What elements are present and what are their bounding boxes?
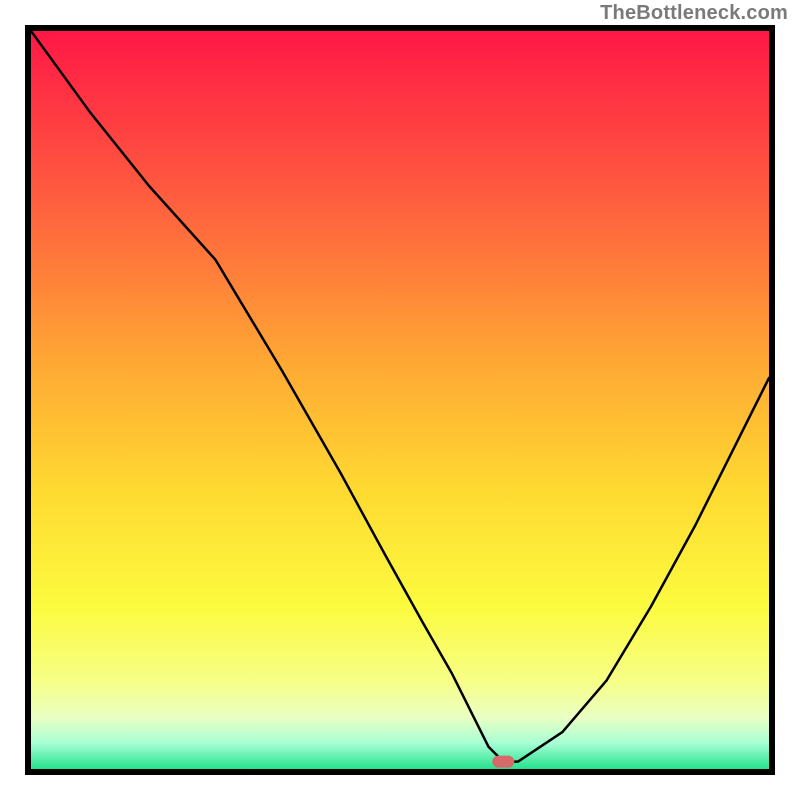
plot-background [31, 31, 769, 769]
plot-frame [25, 25, 775, 775]
plot-svg [31, 31, 769, 769]
optimal-marker [492, 756, 514, 768]
chart-container: TheBottleneck.com [0, 0, 800, 800]
attribution-label: TheBottleneck.com [600, 2, 788, 25]
